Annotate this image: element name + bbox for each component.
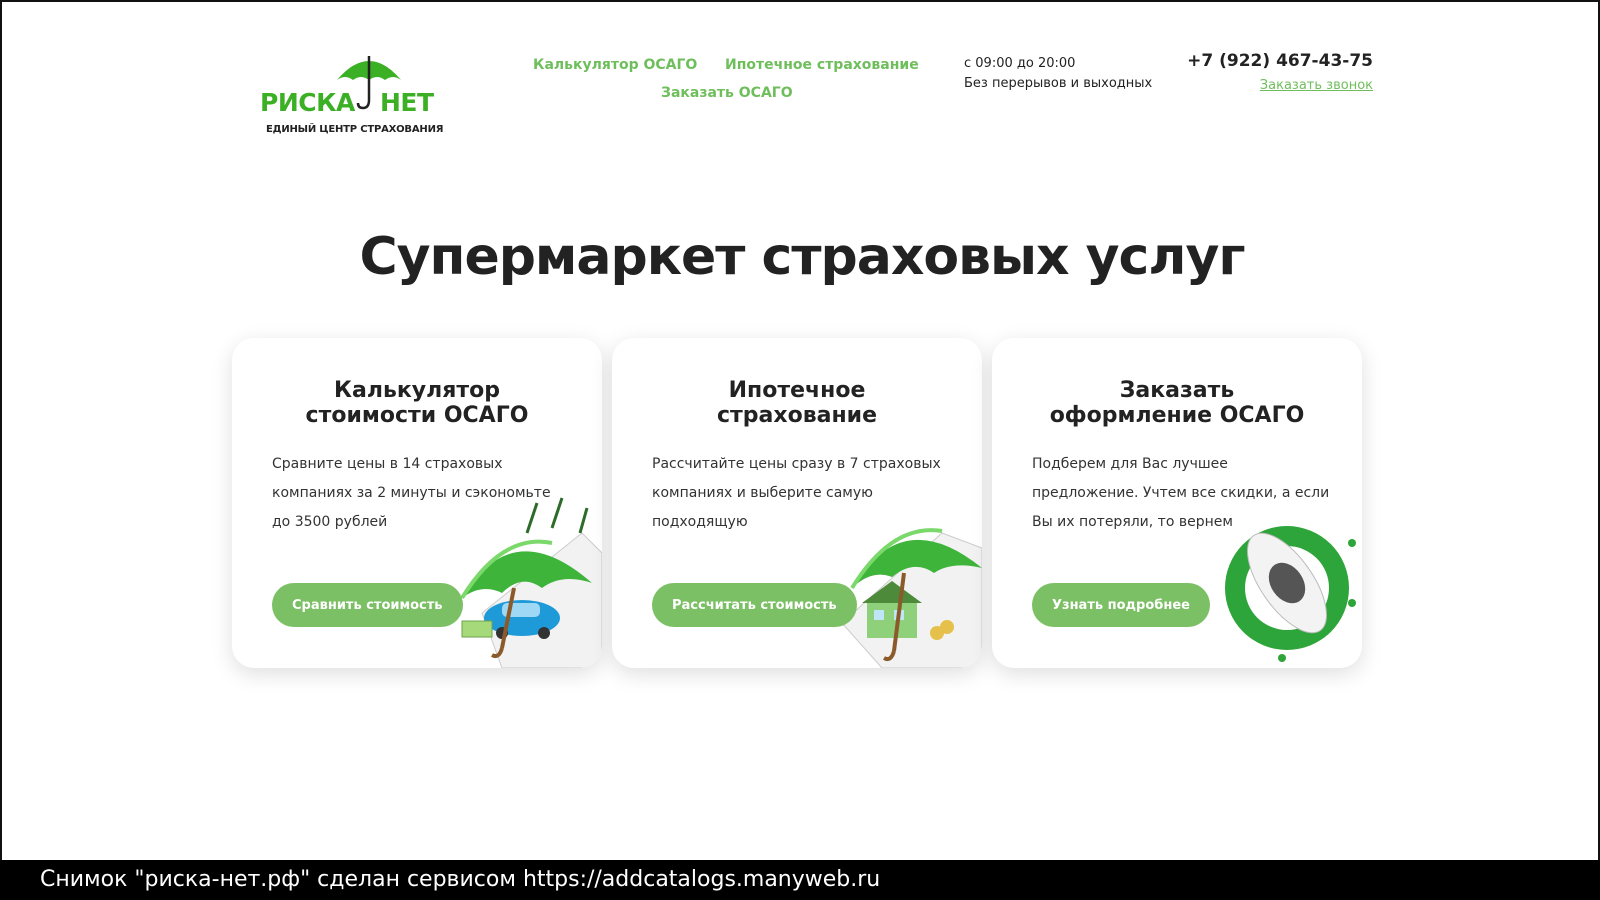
logo-tagline: ЕДИНЫЙ ЦЕНТР СТРАХОВАНИЯ	[266, 124, 444, 135]
nav-link-order-osago[interactable]: Заказать ОСАГО	[661, 85, 793, 101]
phone-number[interactable]: +7 (922) 467-43-75	[1187, 51, 1373, 71]
card-title: Калькулятор стоимости ОСАГО	[305, 378, 529, 428]
service-card-order-osago: Заказать оформление ОСАГО Подберем для В…	[992, 338, 1362, 668]
service-card-mortgage-insurance: Ипотечное страхование Рассчитайте цены с…	[612, 338, 982, 668]
hours-time: с 09:00 до 20:00	[964, 56, 1076, 71]
callback-link[interactable]: Заказать звонок	[1260, 78, 1373, 93]
calculate-price-button[interactable]: Рассчитать стоимость	[652, 583, 857, 627]
card-title: Ипотечное страхование	[717, 378, 877, 428]
nav-link-osago-calculator[interactable]: Калькулятор ОСАГО	[533, 57, 697, 73]
service-card-osago-calculator: Калькулятор стоимости ОСАГО Сравните цен…	[232, 338, 602, 668]
compare-price-button[interactable]: Сравнить стоимость	[272, 583, 463, 627]
card-description: Сравните цены в 14 страховых компаниях з…	[272, 456, 551, 530]
card-description: Рассчитайте цены сразу в 7 страховых ком…	[652, 456, 941, 530]
card-description: Подберем для Вас лучшее предложение. Учт…	[1032, 456, 1330, 530]
site-logo[interactable]: РИСКА НЕТ ЕДИНЫЙ ЦЕНТР СТРАХОВАНИЯ	[260, 52, 450, 142]
learn-more-button[interactable]: Узнать подробнее	[1032, 583, 1210, 627]
working-hours: с 09:00 до 20:00 Без перерывов и выходны…	[964, 54, 1152, 94]
hours-note: Без перерывов и выходных	[964, 76, 1153, 91]
logo-word-left: РИСКА	[260, 88, 355, 117]
page-title: Супермаркет страховых услуг	[359, 227, 1245, 287]
logo-word-right: НЕТ	[380, 88, 434, 117]
page-frame: РИСКА НЕТ ЕДИНЫЙ ЦЕНТР СТРАХОВАНИЯ Кальк…	[0, 0, 1600, 860]
screenshot-watermark: Снимок "риска-нет.рф" сделан сервисом ht…	[0, 860, 1600, 900]
nav-link-mortgage-insurance[interactable]: Ипотечное страхование	[725, 57, 919, 73]
card-title: Заказать оформление ОСАГО	[1049, 378, 1305, 428]
